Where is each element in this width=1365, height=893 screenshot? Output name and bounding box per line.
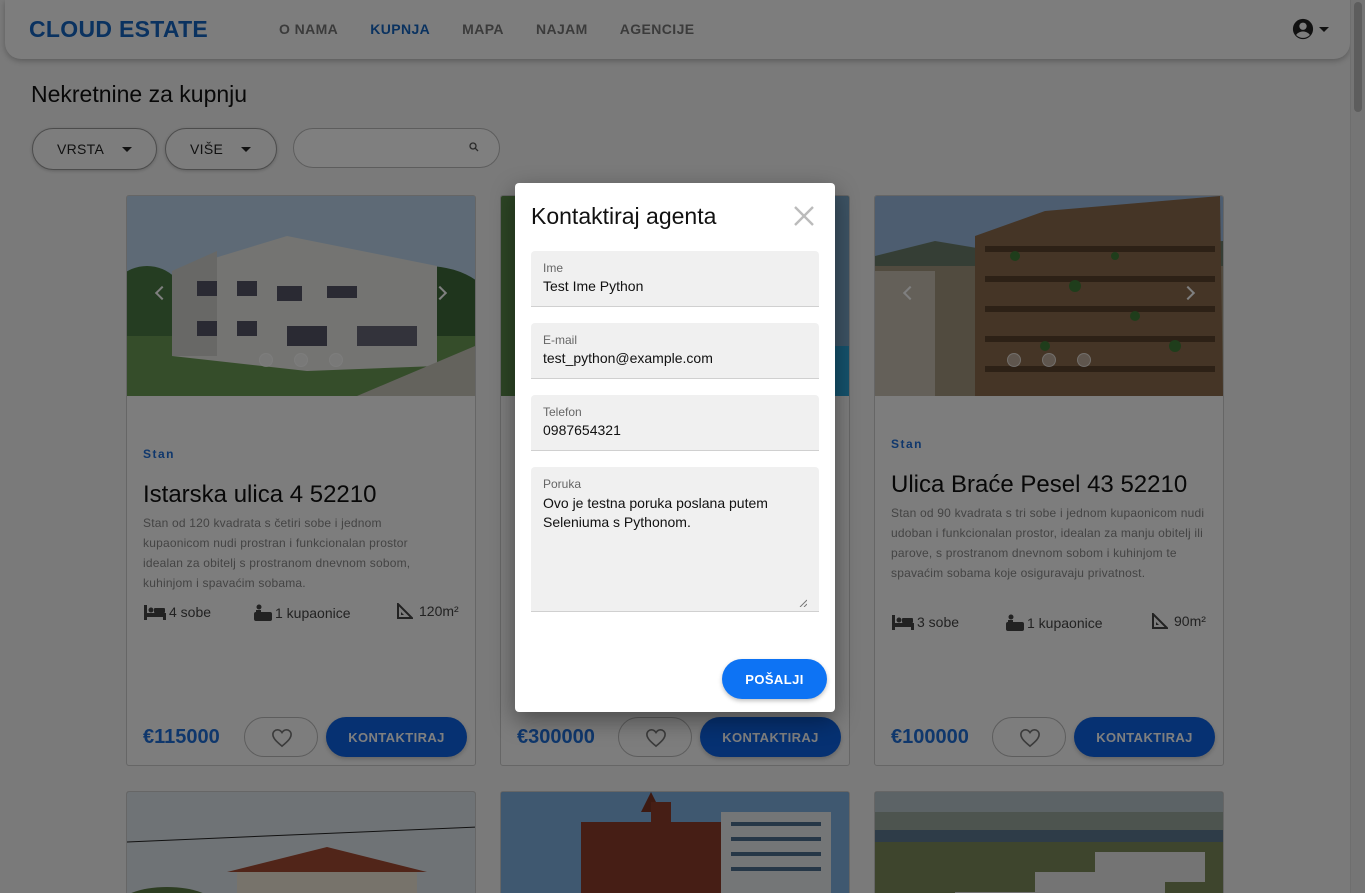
name-field-label: Ime — [543, 261, 564, 275]
email-field[interactable]: E-mail test_python@example.com — [531, 323, 819, 379]
phone-field-value[interactable]: 0987654321 — [543, 422, 621, 438]
name-field-value[interactable]: Test Ime Python — [543, 278, 643, 294]
phone-field-label: Telefon — [543, 405, 582, 419]
send-button[interactable]: POŠALJI — [722, 659, 827, 699]
phone-field[interactable]: Telefon 0987654321 — [531, 395, 819, 451]
message-field-label: Poruka — [543, 477, 582, 491]
dialog-title: Kontaktiraj agenta — [531, 203, 717, 229]
email-field-label: E-mail — [543, 333, 578, 347]
name-field[interactable]: Ime Test Ime Python — [531, 251, 819, 307]
message-field[interactable]: Poruka Ovo je testna poruka poslana pute… — [531, 467, 819, 612]
close-icon[interactable] — [793, 205, 815, 227]
contact-agent-dialog: Kontaktiraj agenta Ime Test Ime Python E… — [515, 183, 835, 712]
message-field-value[interactable]: Ovo je testna poruka poslana putem Selen… — [543, 494, 803, 532]
resize-handle-icon[interactable] — [799, 599, 807, 607]
email-field-value[interactable]: test_python@example.com — [543, 350, 713, 366]
